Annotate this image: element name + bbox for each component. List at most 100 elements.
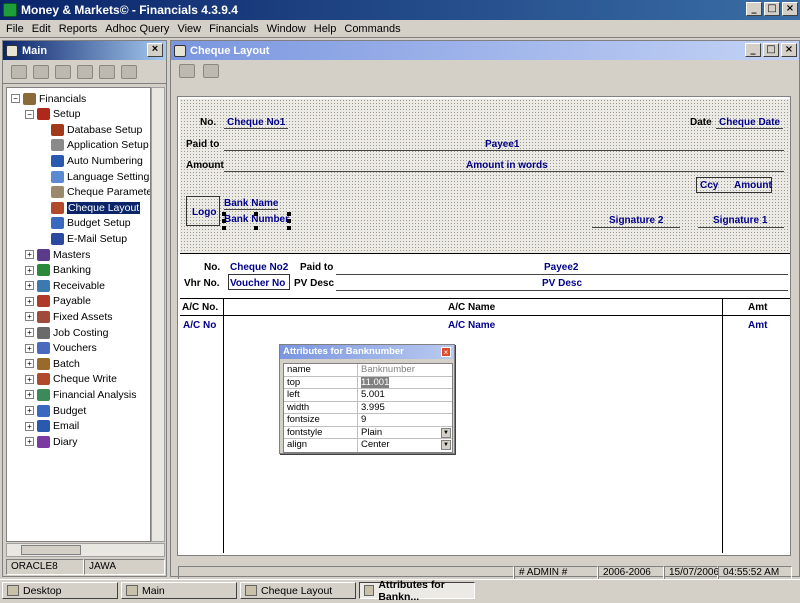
tree-item[interactable]: + Receivable <box>25 278 105 293</box>
tag-icon[interactable] <box>99 64 115 79</box>
close-button[interactable]: × <box>782 2 798 16</box>
task-main[interactable]: Main <box>121 582 237 599</box>
layout-canvas[interactable]: No. Cheque No1 Date Cheque Date Paid to … <box>177 96 791 556</box>
tree-item[interactable]: + Financial Analysis <box>25 387 136 402</box>
attr-align-select[interactable]: Center ▼ <box>358 439 452 452</box>
scroll-thumb[interactable] <box>21 545 81 555</box>
row-ac-name-field[interactable]: A/C Name <box>448 320 495 331</box>
expand-icon[interactable]: + <box>25 437 34 447</box>
tree-item[interactable]: + Payable <box>25 294 91 309</box>
tree-item[interactable]: Application Setup <box>39 138 149 153</box>
menu-window[interactable]: Window <box>263 23 310 35</box>
tree-item[interactable]: − Setup <box>25 107 80 122</box>
menu-help[interactable]: Help <box>310 23 341 35</box>
attr-value-input[interactable]: 5.001 <box>358 389 452 401</box>
menu-view[interactable]: View <box>173 23 205 35</box>
signature-1-field[interactable]: Signature 1 <box>713 215 767 226</box>
expand-icon[interactable]: + <box>25 390 34 400</box>
cheque-close-button[interactable]: × <box>781 43 797 57</box>
print-icon[interactable] <box>179 64 195 78</box>
copy-icon[interactable] <box>121 64 137 79</box>
print-preview-icon[interactable] <box>203 64 219 78</box>
menu-edit[interactable]: Edit <box>28 23 55 35</box>
tree-item[interactable]: + Email <box>25 419 79 434</box>
tree-item[interactable]: Auto Numbering <box>39 153 143 168</box>
tree-item[interactable]: + Vouchers <box>25 341 97 356</box>
signature-2-field[interactable]: Signature 2 <box>609 215 663 226</box>
cheque-design-area[interactable]: No. Cheque No1 Date Cheque Date Paid to … <box>180 99 790 254</box>
tree-horizontal-scrollbar[interactable] <box>6 543 165 557</box>
bank-name-field[interactable]: Bank Name <box>224 198 279 210</box>
cheque-minimize-button[interactable]: _ <box>745 43 761 57</box>
tree-item[interactable]: Database Setup <box>39 122 142 137</box>
tree-item[interactable]: + Budget <box>25 403 86 418</box>
voucher-payee-field[interactable]: Payee2 <box>544 262 578 273</box>
amount-words-field[interactable]: Amount in words <box>466 160 548 171</box>
attr-value-input[interactable]: 9 <box>358 414 452 426</box>
payee-field[interactable]: Payee1 <box>485 139 519 150</box>
resize-handle[interactable] <box>287 226 291 230</box>
expand-icon[interactable]: + <box>25 421 34 431</box>
menu-reports[interactable]: Reports <box>55 23 102 35</box>
tree-item[interactable]: Cheque Layout <box>39 200 141 215</box>
tree-item[interactable]: Budget Setup <box>39 216 131 231</box>
tree-item[interactable]: − Financials <box>11 91 86 106</box>
resize-handle[interactable] <box>222 226 226 230</box>
attributes-close-button[interactable]: × <box>441 347 451 357</box>
cheque-maximize-button[interactable]: □ <box>763 43 779 57</box>
expand-icon[interactable]: + <box>25 406 34 415</box>
attr-value-input[interactable]: 11.001 <box>358 376 452 389</box>
expand-icon[interactable]: + <box>25 250 34 259</box>
go-icon[interactable] <box>55 64 71 79</box>
logo-field[interactable]: Logo <box>192 207 216 218</box>
resize-handle[interactable] <box>222 212 226 216</box>
row-amt-field[interactable]: Amt <box>748 320 767 331</box>
task-attributes[interactable]: Attributes for Bankn... <box>359 579 475 603</box>
menu-financials[interactable]: Financials <box>205 23 263 35</box>
resize-handle[interactable] <box>222 219 226 223</box>
row-ac-no-field[interactable]: A/C No <box>183 320 216 331</box>
collapse-icon[interactable]: − <box>25 109 34 119</box>
tree-item[interactable]: + Job Costing <box>25 325 108 340</box>
tree-item[interactable]: + Diary <box>25 434 78 449</box>
collapse-icon[interactable]: − <box>11 94 20 103</box>
attr-value-input[interactable]: 3.995 <box>358 402 452 414</box>
amount-field[interactable]: Amount <box>734 180 772 191</box>
attr-fontstyle-select[interactable]: Plain ▼ <box>358 427 452 439</box>
dropdown-arrow-icon[interactable]: ▼ <box>441 440 451 450</box>
resize-handle[interactable] <box>287 212 291 216</box>
expand-icon[interactable]: + <box>25 296 34 306</box>
tree-item[interactable]: + Cheque Write <box>25 372 117 387</box>
collapse-all-icon[interactable] <box>33 64 49 79</box>
link-icon[interactable] <box>77 64 93 79</box>
ccy-field[interactable]: Ccy <box>700 180 718 191</box>
expand-icon[interactable]: + <box>25 265 34 275</box>
tree-item[interactable]: + Batch <box>25 356 80 371</box>
main-panel-close-button[interactable]: × <box>147 43 163 57</box>
menu-commands[interactable]: Commands <box>340 23 404 35</box>
resize-handle[interactable] <box>254 212 258 216</box>
expand-icon[interactable]: + <box>25 328 34 337</box>
tree-item[interactable]: + Fixed Assets <box>25 309 113 324</box>
expand-icon[interactable]: + <box>25 359 34 369</box>
task-desktop[interactable]: Desktop <box>2 582 118 599</box>
resize-handle[interactable] <box>287 219 291 223</box>
tree-item[interactable]: E-Mail Setup <box>39 231 127 246</box>
expand-all-icon[interactable] <box>11 64 27 79</box>
tree-item[interactable]: Cheque Parameters <box>39 185 150 200</box>
expand-icon[interactable]: + <box>25 312 34 322</box>
maximize-button[interactable]: □ <box>764 2 780 16</box>
tree-vertical-scrollbar[interactable] <box>151 87 165 542</box>
minimize-button[interactable]: _ <box>746 2 762 16</box>
task-cheque-layout[interactable]: Cheque Layout <box>240 582 356 599</box>
dropdown-arrow-icon[interactable]: ▼ <box>441 427 451 438</box>
cheque-date-field[interactable]: Cheque Date <box>716 117 784 129</box>
tree-item[interactable]: + Masters <box>25 247 90 262</box>
expand-icon[interactable]: + <box>25 374 34 384</box>
voucher-cheque-no-field[interactable]: Cheque No2 <box>230 262 288 273</box>
menu-adhoc-query[interactable]: Adhoc Query <box>101 23 173 35</box>
attr-top-value[interactable]: 11.001 <box>361 376 390 388</box>
menu-file[interactable]: File <box>2 23 28 35</box>
expand-icon[interactable]: + <box>25 343 34 353</box>
cheque-no-field[interactable]: Cheque No1 <box>224 117 289 129</box>
